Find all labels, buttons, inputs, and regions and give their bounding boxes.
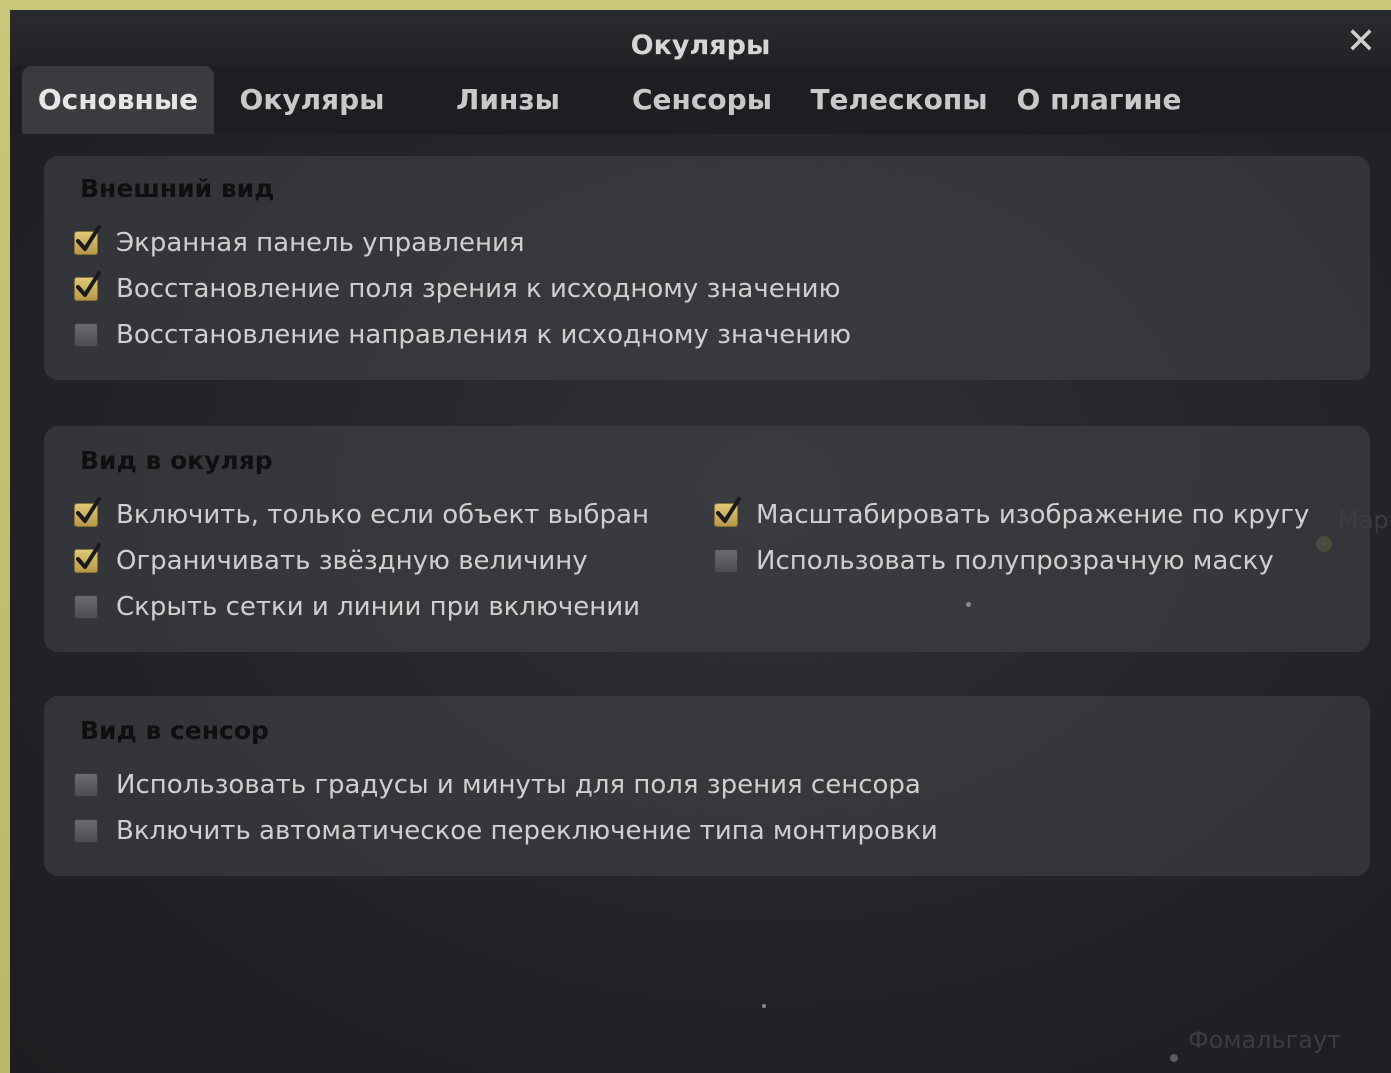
tab-about[interactable]: О плагине xyxy=(1014,66,1184,134)
tab-telescopes[interactable]: Телескопы xyxy=(808,66,990,134)
checkbox[interactable] xyxy=(714,549,738,573)
checkbox[interactable] xyxy=(74,225,101,255)
group-sensor-view: Вид в сенсор Использовать градусы и мину… xyxy=(44,696,1370,876)
sky-edge-label: Мар xyxy=(1338,506,1389,534)
option-enable-if-selected[interactable]: Включить, только если объект выбран xyxy=(74,497,649,532)
tab-bar: Основные Окуляры Линзы Сенсоры Телескопы… xyxy=(10,66,1391,134)
group-eyepiece-view: Вид в окуляр Включить, только если объек… xyxy=(44,426,1370,652)
option-limit-magnitude[interactable]: Ограничивать звёздную величину xyxy=(74,543,588,578)
group-title-appearance: Внешний вид xyxy=(80,174,275,203)
tab-lenses[interactable]: Линзы xyxy=(430,66,586,134)
window-title: Окуляры xyxy=(630,30,771,61)
star-dot xyxy=(966,602,971,607)
option-semi-transparent-mask[interactable]: Использовать полупрозрачную маску xyxy=(714,544,1274,578)
general-tab-content: Внешний вид Экранная панель управления В… xyxy=(10,134,1391,1073)
sky-star-label: Фомальгаут xyxy=(1188,1026,1342,1054)
option-hide-grids[interactable]: Скрыть сетки и линии при включении xyxy=(74,590,640,624)
option-auto-mount-switch[interactable]: Включить автоматическое переключение тип… xyxy=(74,814,938,848)
checkbox[interactable] xyxy=(74,819,98,843)
checkbox[interactable] xyxy=(714,497,741,527)
tab-sensors[interactable]: Сенсоры xyxy=(622,66,782,134)
option-scale-to-circle[interactable]: Масштабировать изображение по кругу xyxy=(714,497,1310,532)
star-dot xyxy=(762,1004,766,1008)
star-dot xyxy=(1170,1054,1178,1062)
option-restore-direction[interactable]: Восстановление направления к исходному з… xyxy=(74,318,851,352)
option-label: Восстановление поля зрения к исходному з… xyxy=(116,274,841,304)
tab-general[interactable]: Основные xyxy=(22,66,214,134)
tab-eyepieces[interactable]: Окуляры xyxy=(224,66,400,134)
checkbox[interactable] xyxy=(74,773,98,797)
option-degrees-minutes-fov[interactable]: Использовать градусы и минуты для поля з… xyxy=(74,768,921,802)
checkbox[interactable] xyxy=(74,497,101,527)
checkbox[interactable] xyxy=(74,595,98,619)
option-label: Восстановление направления к исходному з… xyxy=(116,320,852,350)
option-label: Включить, только если объект выбран xyxy=(116,500,649,530)
option-label: Включить автоматическое переключение тип… xyxy=(116,816,938,846)
checkbox[interactable] xyxy=(74,543,101,573)
option-label: Масштабировать изображение по кругу xyxy=(756,500,1310,530)
ocular-plugin-dialog: Окуляры ✕ Основные Окуляры Линзы Сенсоры… xyxy=(10,10,1391,1073)
group-appearance: Внешний вид Экранная панель управления В… xyxy=(44,156,1370,380)
option-label: Ограничивать звёздную величину xyxy=(116,546,588,576)
group-title-eyepiece-view: Вид в окуляр xyxy=(80,446,273,475)
star-dot xyxy=(1316,536,1332,552)
group-title-sensor-view: Вид в сенсор xyxy=(80,716,269,745)
close-icon[interactable]: ✕ xyxy=(1345,24,1377,60)
option-restore-fov[interactable]: Восстановление поля зрения к исходному з… xyxy=(74,271,841,306)
option-onscreen-control-panel[interactable]: Экранная панель управления xyxy=(74,225,525,260)
option-label: Использовать градусы и минуты для поля з… xyxy=(116,770,921,800)
checkbox[interactable] xyxy=(74,271,101,301)
option-label: Экранная панель управления xyxy=(116,228,525,258)
checkbox[interactable] xyxy=(74,323,98,347)
option-label: Скрыть сетки и линии при включении xyxy=(116,592,641,622)
option-label: Использовать полупрозрачную маску xyxy=(756,546,1274,576)
